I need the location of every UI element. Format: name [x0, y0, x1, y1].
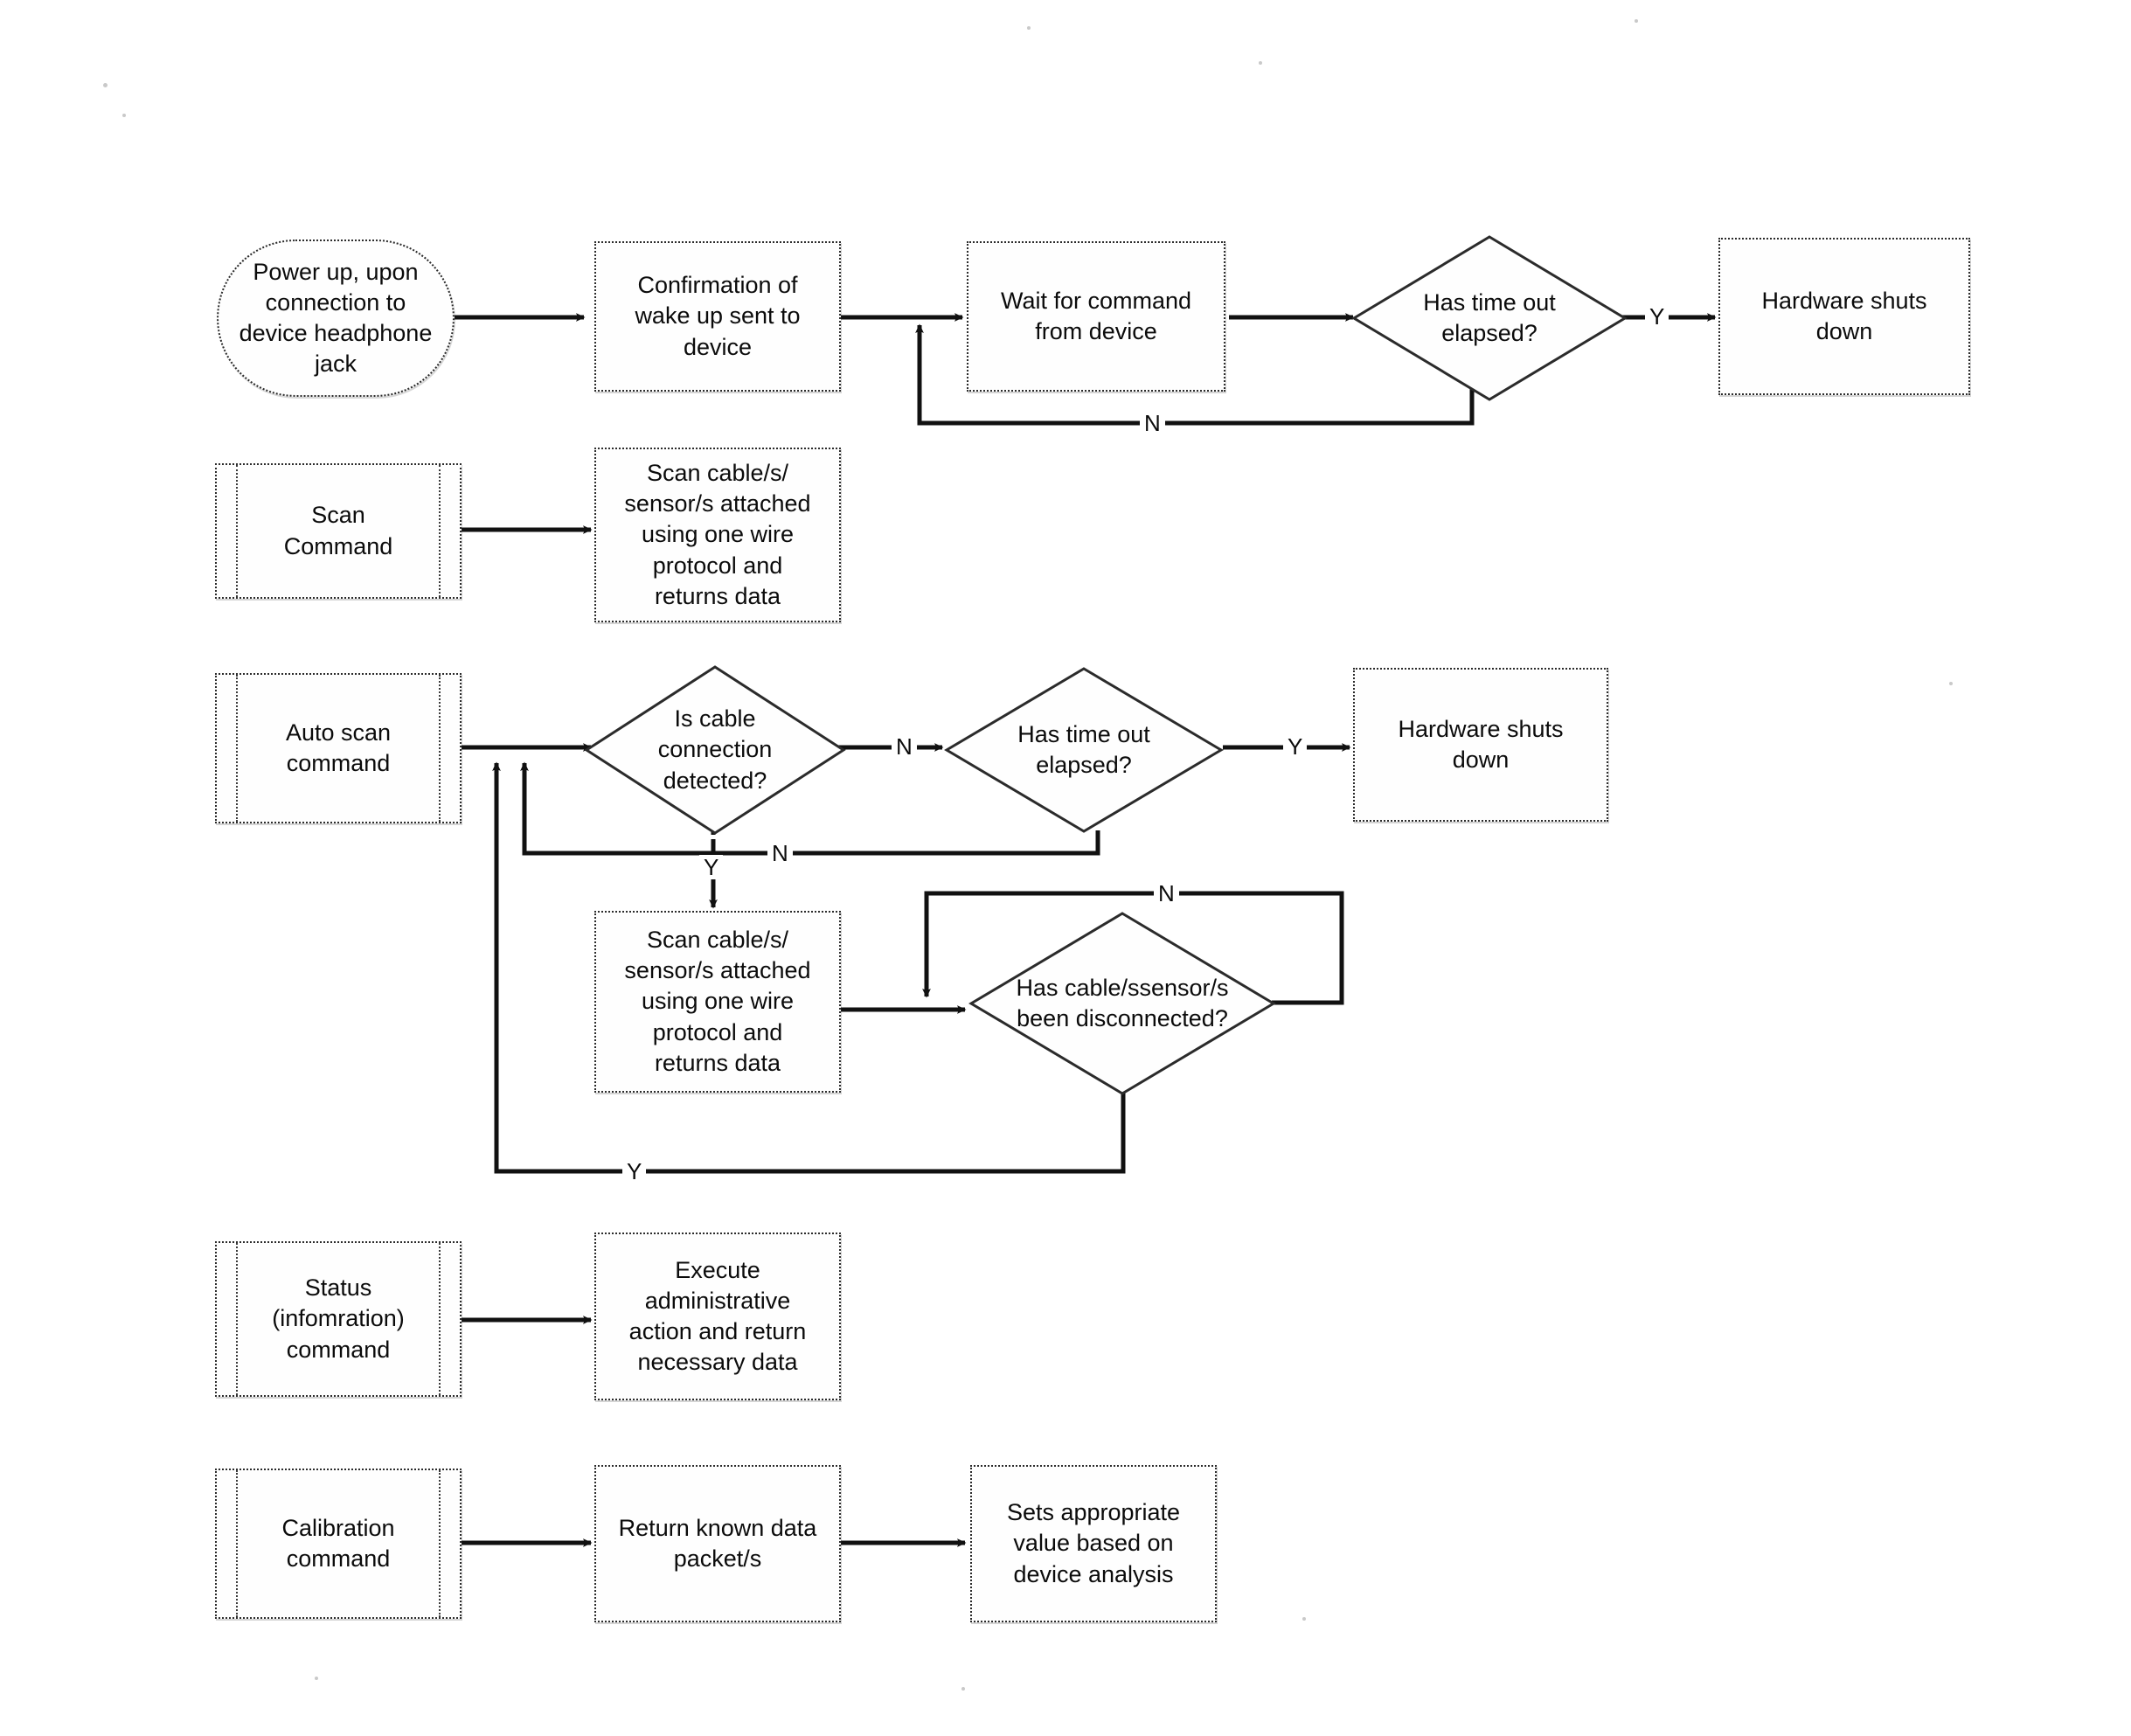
node-scan-command[interactable]: Scan Command: [215, 463, 462, 599]
node-scan-action-1[interactable]: Scan cable/s/ sensor/s attached using on…: [594, 448, 841, 622]
node-wait-for-command-label: Wait for command from device: [1000, 287, 1192, 344]
node-calibration-return[interactable]: Return known data packet/s: [594, 1465, 841, 1622]
node-scan-command-label: Scan Command: [283, 502, 393, 559]
node-calibration-command[interactable]: Calibration command: [215, 1469, 462, 1619]
node-scan-action-1-label: Scan cable/s/ sensor/s attached using on…: [624, 460, 811, 609]
node-scan-action-2-label: Scan cable/s/ sensor/s attached using on…: [624, 927, 811, 1076]
edge-label-timeout1-no: N: [1140, 411, 1165, 435]
node-power-up-label: Power up, upon connection to device head…: [239, 258, 433, 378]
edge-label-timeout2-yes: Y: [1283, 734, 1308, 759]
node-status-command[interactable]: Status (infomration) command: [215, 1241, 462, 1397]
node-confirmation-wake-up[interactable]: Confirmation of wake up sent to device: [594, 241, 841, 392]
node-hardware-shuts-down-2-label: Hardware shuts down: [1398, 715, 1564, 773]
node-hardware-shuts-down-1-label: Hardware shuts down: [1761, 287, 1927, 344]
node-cable-disconnected-label: Has cable/ssensor/s been disconnected?: [1016, 974, 1229, 1031]
node-hardware-shuts-down-2[interactable]: Hardware shuts down: [1353, 668, 1608, 822]
node-auto-scan-command-label: Auto scan command: [285, 719, 392, 776]
node-confirmation-wake-up-label: Confirmation of wake up sent to device: [635, 272, 801, 360]
scan-speck: [1027, 26, 1031, 30]
scan-speck: [103, 83, 108, 87]
node-timeout-1[interactable]: Has time out elapsed?: [1351, 234, 1628, 402]
scan-speck: [315, 1677, 318, 1680]
node-auto-scan-command[interactable]: Auto scan command: [215, 673, 462, 823]
node-status-action[interactable]: Execute administrative action and return…: [594, 1233, 841, 1400]
node-hardware-shuts-down-1[interactable]: Hardware shuts down: [1718, 238, 1970, 395]
edge-label-cable-detected-no: N: [892, 734, 917, 759]
node-calibration-set-label: Sets appropriate value based on device a…: [1006, 1499, 1181, 1587]
scan-speck: [1259, 61, 1262, 65]
scan-speck: [1949, 682, 1953, 685]
node-power-up[interactable]: Power up, upon connection to device head…: [217, 240, 455, 397]
node-timeout-1-label: Has time out elapsed?: [1423, 288, 1556, 346]
node-calibration-return-label: Return known data packet/s: [618, 1514, 817, 1572]
scan-speck: [1302, 1617, 1306, 1621]
node-cable-disconnected[interactable]: Has cable/ssensor/s been disconnected?: [968, 911, 1276, 1096]
node-wait-for-command[interactable]: Wait for command from device: [967, 241, 1225, 392]
node-cable-connection-detected-label: Is cable connection detected?: [657, 705, 773, 794]
scan-speck: [122, 114, 126, 117]
node-calibration-command-label: Calibration command: [281, 1514, 395, 1572]
edge-label-timeout1-yes: Y: [1645, 304, 1669, 329]
scan-speck: [961, 1687, 965, 1691]
edge-label-cable-detected-yes: Y: [699, 855, 724, 879]
node-cable-connection-detected[interactable]: Is cable connection detected?: [584, 664, 846, 836]
node-status-action-label: Execute administrative action and return…: [628, 1256, 807, 1376]
flowchart-canvas: Y N N Y Y N N Y Power up, upon connectio…: [0, 0, 2131, 1736]
node-timeout-2[interactable]: Has time out elapsed?: [944, 666, 1224, 834]
node-timeout-2-label: Has time out elapsed?: [1017, 720, 1150, 778]
scan-speck: [1635, 19, 1638, 23]
edge-label-disconnected-yes: Y: [622, 1159, 647, 1184]
node-calibration-set[interactable]: Sets appropriate value based on device a…: [970, 1465, 1217, 1622]
edge-label-timeout2-no: N: [767, 841, 793, 865]
edge-label-disconnected-no: N: [1154, 881, 1179, 906]
node-scan-action-2[interactable]: Scan cable/s/ sensor/s attached using on…: [594, 911, 841, 1093]
node-status-command-label: Status (infomration) command: [272, 1274, 405, 1363]
